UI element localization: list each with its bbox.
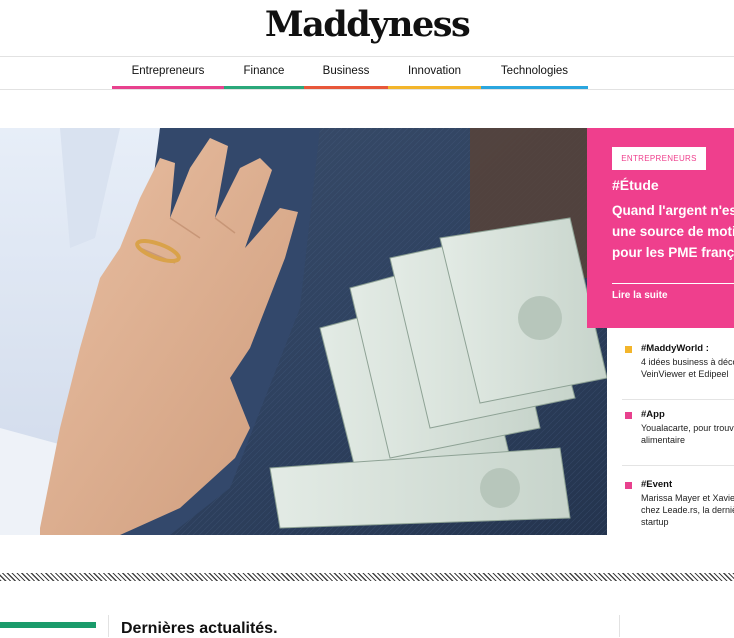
latest-accent-bar bbox=[0, 622, 96, 628]
list-item-tag: #MaddyWorld : bbox=[641, 343, 709, 354]
list-item-text: Marissa Mayer et Xavier Niel chez Leade.… bbox=[641, 493, 734, 527]
read-more-link[interactable]: Lire la suite bbox=[612, 290, 668, 301]
column-divider bbox=[108, 615, 109, 637]
list-item[interactable]: #MaddyWorld : 4 idées business à découvr… bbox=[622, 333, 734, 400]
column-divider bbox=[619, 615, 620, 637]
hatched-divider bbox=[0, 573, 734, 581]
list-item-tag: #App bbox=[641, 409, 665, 420]
list-item-text: Youalacarte, pour trouver l'offre alimen… bbox=[641, 423, 734, 445]
main-nav: Entrepreneurs Finance Business Innovatio… bbox=[0, 57, 734, 90]
category-dot-icon bbox=[625, 482, 632, 489]
hand-refusing-money-photo bbox=[0, 128, 607, 535]
side-article-list: #MaddyWorld : 4 idées business à découvr… bbox=[622, 333, 734, 533]
category-badge[interactable]: ENTREPRENEURS bbox=[612, 147, 706, 170]
site-header: Maddyness bbox=[0, 0, 734, 57]
list-item[interactable]: #Event Marissa Mayer et Xavier Niel chez… bbox=[622, 469, 734, 533]
category-dot-icon bbox=[625, 412, 632, 419]
nav-item-entrepreneurs[interactable]: Entrepreneurs bbox=[112, 57, 224, 89]
nav-item-technologies[interactable]: Technologies bbox=[481, 57, 588, 89]
list-item-text: 4 idées business à découvrir : VeinViewe… bbox=[641, 357, 734, 379]
featured-title[interactable]: Quand l'argent n'est pas une source de m… bbox=[612, 200, 734, 263]
site-logo[interactable]: Maddyness bbox=[0, 4, 734, 45]
category-dot-icon bbox=[625, 346, 632, 353]
featured-tag: #Étude bbox=[612, 177, 659, 193]
nav-item-innovation[interactable]: Innovation bbox=[388, 57, 481, 89]
latest-news-heading: Dernières actualités. bbox=[121, 620, 278, 637]
hero-image[interactable] bbox=[0, 128, 607, 535]
list-item[interactable]: #App Youalacarte, pour trouver l'offre a… bbox=[622, 399, 734, 466]
featured-divider bbox=[612, 283, 734, 284]
nav-item-finance[interactable]: Finance bbox=[224, 57, 304, 89]
list-item-tag: #Event bbox=[641, 479, 673, 490]
nav-item-business[interactable]: Business bbox=[304, 57, 388, 89]
featured-article-card[interactable]: ENTREPRENEURS #Étude Quand l'argent n'es… bbox=[587, 128, 734, 328]
